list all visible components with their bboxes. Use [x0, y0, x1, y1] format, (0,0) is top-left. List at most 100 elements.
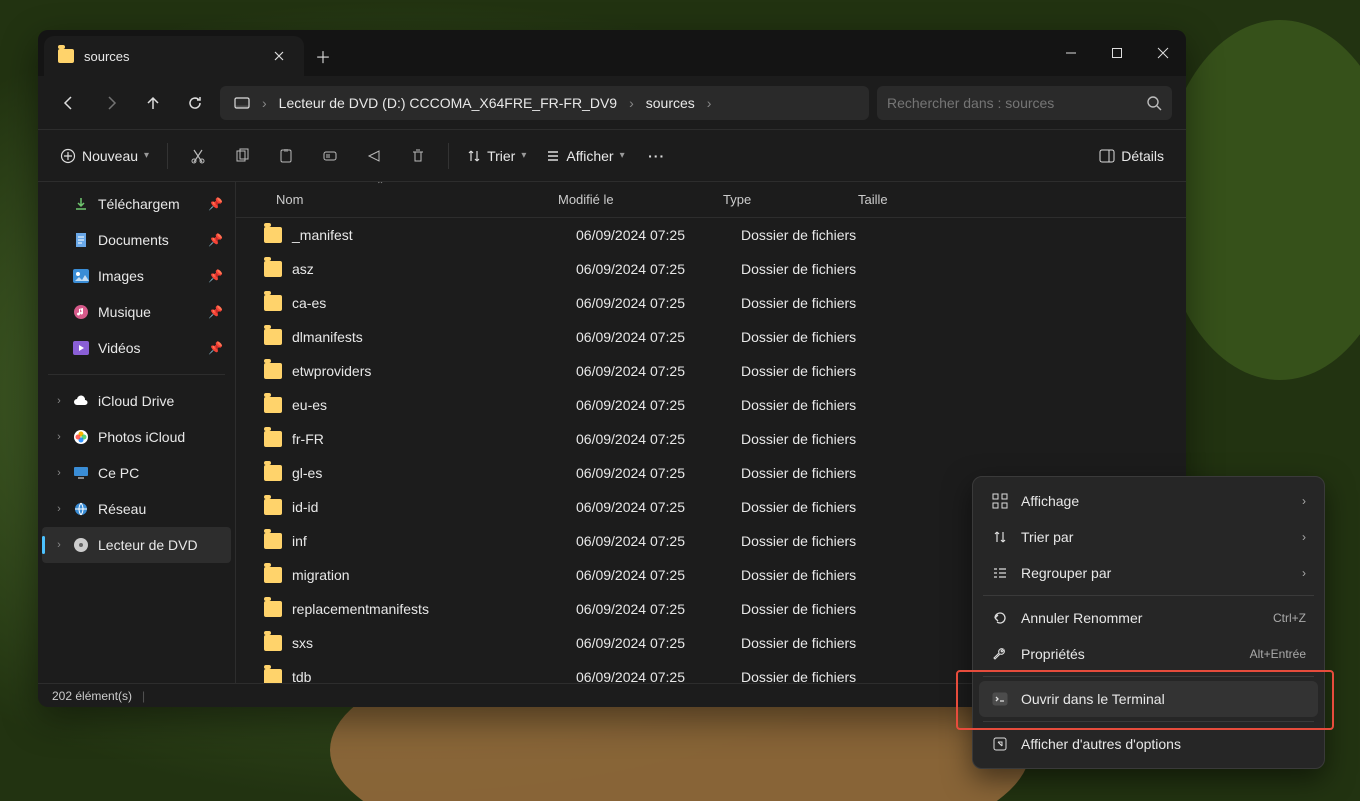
- search-input[interactable]: [887, 95, 1146, 111]
- table-row[interactable]: ca-es 06/09/2024 07:25 Dossier de fichie…: [236, 286, 1186, 320]
- sidebar-item-téléchargem[interactable]: Téléchargem📌: [42, 186, 231, 222]
- breadcrumb[interactable]: › Lecteur de DVD (D:) CCCOMA_X64FRE_FR-F…: [220, 86, 869, 120]
- table-row[interactable]: etwproviders 06/09/2024 07:25 Dossier de…: [236, 354, 1186, 388]
- group-icon: [991, 564, 1009, 582]
- cell-name: gl-es: [292, 465, 562, 481]
- sidebar-item-photos-icloud[interactable]: ›Photos iCloud: [42, 419, 231, 455]
- new-button[interactable]: Nouveau ▾: [52, 139, 157, 173]
- sidebar-item-ce-pc[interactable]: › Ce PC: [42, 455, 231, 491]
- menu-item-affichage[interactable]: Affichage ›: [979, 483, 1318, 519]
- wrench-icon: [991, 645, 1009, 663]
- folder-icon: [264, 669, 282, 683]
- menu-item-ouvrir-dans-le-terminal[interactable]: Ouvrir dans le Terminal: [979, 681, 1318, 717]
- sort-button[interactable]: Trier ▾: [459, 139, 534, 173]
- cell-name: dlmanifests: [292, 329, 562, 345]
- cell-name: migration: [292, 567, 562, 583]
- chevron-down-icon: ▾: [144, 150, 149, 161]
- cell-name: _manifest: [292, 227, 562, 243]
- sidebar-item-lecteur-de-dvd[interactable]: › Lecteur de DVD: [42, 527, 231, 563]
- cell-type: Dossier de fichiers: [727, 567, 887, 583]
- rename-button[interactable]: [310, 139, 350, 173]
- column-size[interactable]: Taille: [846, 192, 966, 207]
- share-button[interactable]: [354, 139, 394, 173]
- cell-modified: 06/09/2024 07:25: [562, 499, 727, 515]
- folder-icon: [264, 397, 282, 413]
- chevron-right-icon: ›: [1302, 566, 1306, 580]
- search-icon: [1146, 95, 1162, 111]
- cell-type: Dossier de fichiers: [727, 295, 887, 311]
- menu-item-label: Annuler Renommer: [1021, 610, 1261, 626]
- cut-button[interactable]: [178, 139, 218, 173]
- chevron-right-icon: ›: [54, 539, 64, 551]
- menu-item-annuler-renommer[interactable]: Annuler Renommer Ctrl+Z: [979, 600, 1318, 636]
- breadcrumb-folder[interactable]: sources: [640, 91, 701, 115]
- view-button[interactable]: Afficher ▾: [538, 139, 632, 173]
- forward-button[interactable]: [94, 86, 128, 120]
- column-headers[interactable]: ⌃ Nom Modifié le Type Taille: [236, 182, 1186, 218]
- menu-item-shortcut: Alt+Entrée: [1250, 647, 1306, 661]
- pin-icon: 📌: [208, 197, 223, 211]
- tab-sources[interactable]: sources: [44, 36, 304, 76]
- close-window-button[interactable]: [1140, 30, 1186, 76]
- chevron-right-icon: ›: [705, 95, 714, 111]
- column-modified[interactable]: Modifié le: [546, 192, 711, 207]
- pin-icon: 📌: [208, 305, 223, 319]
- cell-type: Dossier de fichiers: [727, 635, 887, 651]
- close-tab-button[interactable]: [268, 45, 290, 67]
- table-row[interactable]: _manifest 06/09/2024 07:25 Dossier de fi…: [236, 218, 1186, 252]
- sidebar-item-images[interactable]: Images📌: [42, 258, 231, 294]
- cell-modified: 06/09/2024 07:25: [562, 295, 727, 311]
- menu-item-afficher-d-autres-d-options[interactable]: Afficher d'autres d'options: [979, 726, 1318, 762]
- photos-icon: [72, 429, 90, 445]
- folder-icon: [264, 363, 282, 379]
- chevron-right-icon: ›: [54, 467, 64, 479]
- new-tab-button[interactable]: ＋: [304, 36, 342, 76]
- table-row[interactable]: eu-es 06/09/2024 07:25 Dossier de fichie…: [236, 388, 1186, 422]
- column-name[interactable]: Nom: [264, 192, 546, 207]
- breadcrumb-drive[interactable]: Lecteur de DVD (D:) CCCOMA_X64FRE_FR-FR_…: [273, 91, 623, 115]
- sidebar-item-musique[interactable]: Musique📌: [42, 294, 231, 330]
- chevron-right-icon: ›: [1302, 494, 1306, 508]
- maximize-button[interactable]: [1094, 30, 1140, 76]
- delete-button[interactable]: [398, 139, 438, 173]
- folder-icon: [58, 49, 74, 63]
- cell-modified: 06/09/2024 07:25: [562, 397, 727, 413]
- table-row[interactable]: dlmanifests 06/09/2024 07:25 Dossier de …: [236, 320, 1186, 354]
- cell-name: inf: [292, 533, 562, 549]
- copy-button[interactable]: [222, 139, 262, 173]
- paste-button[interactable]: [266, 139, 306, 173]
- sidebar-item-label: Lecteur de DVD: [98, 537, 198, 553]
- sidebar-item-réseau[interactable]: ›Réseau: [42, 491, 231, 527]
- folder-icon: [264, 465, 282, 481]
- sidebar-item-icloud-drive[interactable]: ›iCloud Drive: [42, 383, 231, 419]
- sidebar: Téléchargem📌Documents📌Images📌Musique📌Vid…: [38, 182, 236, 683]
- chevron-right-icon: ›: [1302, 530, 1306, 544]
- refresh-button[interactable]: [178, 86, 212, 120]
- menu-item-trier-par[interactable]: Trier par ›: [979, 519, 1318, 555]
- details-panel-button[interactable]: Détails: [1091, 139, 1172, 173]
- menu-item-regrouper-par[interactable]: Regrouper par ›: [979, 555, 1318, 591]
- cell-type: Dossier de fichiers: [727, 601, 887, 617]
- table-row[interactable]: fr-FR 06/09/2024 07:25 Dossier de fichie…: [236, 422, 1186, 456]
- back-button[interactable]: [52, 86, 86, 120]
- search-box[interactable]: [877, 86, 1172, 120]
- cell-modified: 06/09/2024 07:25: [562, 669, 727, 683]
- up-button[interactable]: [136, 86, 170, 120]
- sidebar-item-vidéos[interactable]: Vidéos📌: [42, 330, 231, 366]
- sidebar-item-label: Ce PC: [98, 465, 139, 481]
- cell-name: etwproviders: [292, 363, 562, 379]
- chevron-down-icon: ▾: [521, 150, 526, 161]
- chevron-down-icon: ▾: [620, 150, 625, 161]
- sidebar-item-documents[interactable]: Documents📌: [42, 222, 231, 258]
- cell-type: Dossier de fichiers: [727, 431, 887, 447]
- minimize-button[interactable]: [1048, 30, 1094, 76]
- table-row[interactable]: asz 06/09/2024 07:25 Dossier de fichiers: [236, 252, 1186, 286]
- breadcrumb-root-icon[interactable]: [228, 92, 256, 114]
- column-type[interactable]: Type: [711, 192, 846, 207]
- menu-item-label: Affichage: [1021, 493, 1290, 509]
- cell-name: fr-FR: [292, 431, 562, 447]
- more-button[interactable]: ···: [637, 139, 677, 173]
- cell-name: id-id: [292, 499, 562, 515]
- more-icon: [991, 735, 1009, 753]
- menu-item-propri-t-s[interactable]: Propriétés Alt+Entrée: [979, 636, 1318, 672]
